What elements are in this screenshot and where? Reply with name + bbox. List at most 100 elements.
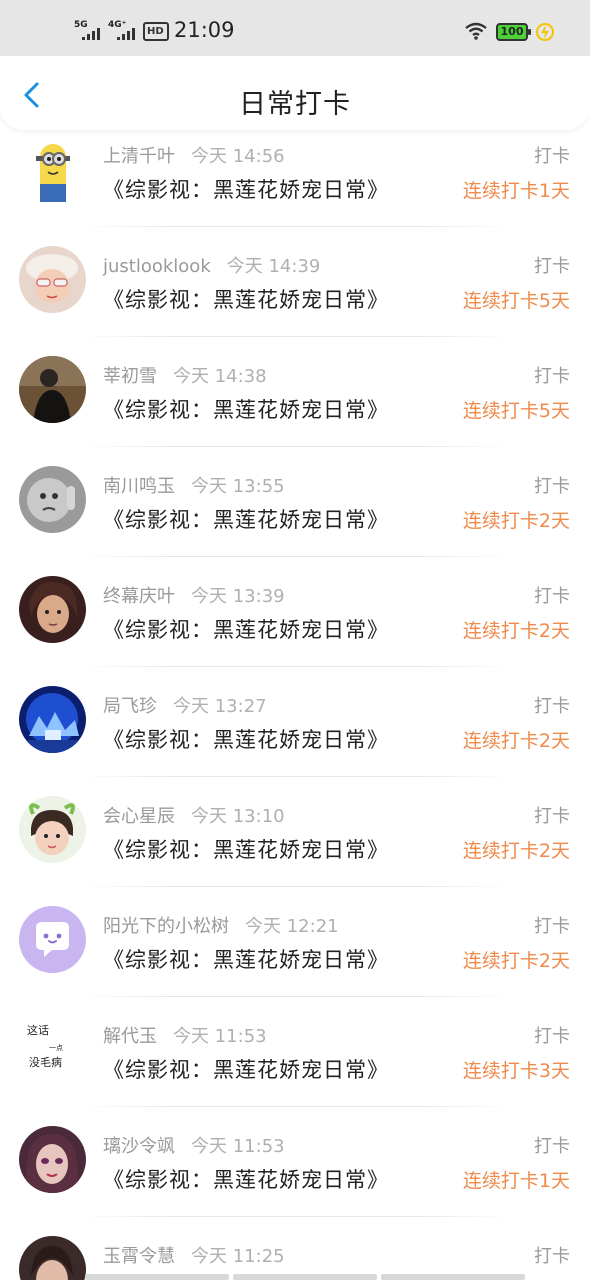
divider	[80, 1216, 510, 1217]
user-avatar[interactable]	[19, 466, 86, 533]
user-name: 阳光下的小松树	[103, 916, 229, 937]
streak-count: 连续打卡3天	[462, 1060, 570, 1082]
user-meta: 阳光下的小松树 今天 12:21	[103, 912, 339, 938]
divider	[80, 226, 510, 227]
checkin-tag: 打卡	[534, 146, 570, 167]
user-meta: 解代玉 今天 11:53	[103, 1022, 267, 1048]
checkin-tag: 打卡	[534, 476, 570, 497]
user-name: 解代玉	[103, 1026, 157, 1047]
user-meta: 莘初雪 今天 14:38	[103, 362, 267, 388]
battery-indicator: 100	[496, 23, 531, 41]
checkin-tag: 打卡	[534, 806, 570, 827]
header-bar: 日常打卡	[0, 56, 590, 130]
hd-voice-icon: HD	[143, 22, 169, 41]
checkin-time: 今天 11:25	[191, 1246, 285, 1267]
divider	[80, 446, 510, 447]
book-title[interactable]: 《综影视：黑莲花娇宠日常》	[103, 1054, 389, 1084]
checkin-time: 今天 11:53	[173, 1026, 267, 1047]
checkin-item[interactable]: 上清千叶 今天 14:56 打卡 《综影视：黑莲花娇宠日常》 连续打卡1天	[0, 128, 590, 238]
book-title[interactable]: 《综影视：黑莲花娇宠日常》	[103, 174, 389, 204]
user-avatar[interactable]	[19, 686, 86, 753]
streak-count: 连续打卡2天	[462, 840, 570, 862]
streak-count: 连续打卡1天	[462, 180, 570, 202]
divider	[80, 776, 510, 777]
user-avatar[interactable]	[19, 136, 86, 203]
user-avatar[interactable]	[19, 356, 86, 423]
book-title[interactable]: 《综影视：黑莲花娇宠日常》	[103, 834, 389, 864]
checkin-item[interactable]: 南川鸣玉 今天 13:55 打卡 《综影视：黑莲花娇宠日常》 连续打卡2天	[0, 458, 590, 568]
user-avatar[interactable]	[19, 796, 86, 863]
checkin-tag: 打卡	[534, 1246, 570, 1267]
chat-bubble-icon	[19, 906, 86, 973]
status-time: 21:09	[174, 18, 235, 42]
checkin-item[interactable]: 阳光下的小松树 今天 12:21 打卡 《综影视：黑莲花娇宠日常》 连续打卡2天	[0, 898, 590, 1008]
user-name: justlooklook	[103, 256, 211, 277]
streak-count: 连续打卡2天	[462, 620, 570, 642]
checkin-tag: 打卡	[534, 1026, 570, 1047]
checkin-item[interactable]: 莘初雪 今天 14:38 打卡 《综影视：黑莲花娇宠日常》 连续打卡5天	[0, 348, 590, 458]
checkin-item[interactable]: justlooklook 今天 14:39 打卡 《综影视：黑莲花娇宠日常》 连续…	[0, 238, 590, 348]
user-avatar[interactable]	[19, 246, 86, 313]
checkin-item[interactable]: 终幕庆叶 今天 13:39 打卡 《综影视：黑莲花娇宠日常》 连续打卡2天	[0, 568, 590, 678]
checkin-time: 今天 14:56	[191, 146, 285, 167]
checkin-time: 今天 13:39	[191, 586, 285, 607]
checkin-tag: 打卡	[534, 366, 570, 387]
book-title[interactable]: 《综影视：黑莲花娇宠日常》	[103, 284, 389, 314]
checkin-time: 今天 14:38	[173, 366, 267, 387]
book-title[interactable]: 《综影视：黑莲花娇宠日常》	[103, 944, 389, 974]
divider	[80, 1106, 510, 1107]
checkin-tag: 打卡	[534, 696, 570, 717]
divider	[80, 556, 510, 557]
checkin-tag: 打卡	[534, 916, 570, 937]
streak-count: 连续打卡5天	[462, 400, 570, 422]
book-title[interactable]: 《综影视：黑莲花娇宠日常》	[103, 1164, 389, 1194]
user-avatar[interactable]	[19, 1126, 86, 1193]
divider	[80, 886, 510, 887]
checkin-item[interactable]: 会心星辰 今天 13:10 打卡 《综影视：黑莲花娇宠日常》 连续打卡2天	[0, 788, 590, 898]
checkin-time: 今天 12:21	[245, 916, 339, 937]
signal-bars-icon	[82, 28, 100, 40]
user-avatar[interactable]	[19, 576, 86, 643]
user-name: 璃沙令飒	[103, 1136, 175, 1157]
bottom-toolbar-edge	[85, 1274, 525, 1280]
streak-count: 连续打卡1天	[462, 1170, 570, 1192]
lightning-icon	[536, 22, 554, 46]
status-bar: 5G 4G⁺ HD 21:09 100	[0, 0, 590, 58]
wifi-icon	[465, 22, 487, 44]
streak-count: 连续打卡2天	[462, 950, 570, 972]
streak-count: 连续打卡2天	[462, 510, 570, 532]
user-name: 上清千叶	[103, 146, 175, 167]
user-meta: 璃沙令飒 今天 11:53	[103, 1132, 285, 1158]
signal-bars-icon	[117, 28, 135, 40]
user-meta: 会心星辰 今天 13:10	[103, 802, 285, 828]
divider	[80, 996, 510, 997]
user-name: 局飞珍	[103, 696, 157, 717]
user-name: 会心星辰	[103, 806, 175, 827]
checkin-time: 今天 13:55	[191, 476, 285, 497]
checkin-item[interactable]: 璃沙令飒 今天 11:53 打卡 《综影视：黑莲花娇宠日常》 连续打卡1天	[0, 1118, 590, 1228]
checkin-item[interactable]: 这话 一点 没毛病 解代玉 今天 11:53 打卡 《综影视：黑莲花娇宠日常》 连…	[0, 1008, 590, 1118]
avatar-text: 没毛病	[29, 1055, 62, 1069]
user-avatar[interactable]	[19, 906, 86, 973]
user-meta: 玉霄令慧 今天 11:25	[103, 1242, 285, 1268]
checkin-item[interactable]: 玉霄令慧 今天 11:25 打卡	[0, 1228, 590, 1280]
checkin-list: 上清千叶 今天 14:56 打卡 《综影视：黑莲花娇宠日常》 连续打卡1天 jus…	[0, 128, 590, 1280]
user-avatar[interactable]	[19, 1236, 86, 1280]
checkin-time: 今天 13:27	[173, 696, 267, 717]
streak-count: 连续打卡2天	[462, 730, 570, 752]
checkin-time: 今天 14:39	[226, 256, 321, 277]
checkin-time: 今天 13:10	[191, 806, 285, 827]
book-title[interactable]: 《综影视：黑莲花娇宠日常》	[103, 724, 389, 754]
avatar-text: 这话	[27, 1023, 49, 1037]
user-name: 终幕庆叶	[103, 586, 175, 607]
book-title[interactable]: 《综影视：黑莲花娇宠日常》	[103, 504, 389, 534]
user-name: 南川鸣玉	[103, 476, 175, 497]
avatar-text: 一点	[49, 1044, 63, 1052]
user-avatar[interactable]: 这话 一点 没毛病	[19, 1016, 86, 1083]
divider	[80, 336, 510, 337]
divider	[80, 666, 510, 667]
user-meta: 上清千叶 今天 14:56	[103, 142, 285, 168]
book-title[interactable]: 《综影视：黑莲花娇宠日常》	[103, 614, 389, 644]
checkin-item[interactable]: 局飞珍 今天 13:27 打卡 《综影视：黑莲花娇宠日常》 连续打卡2天	[0, 678, 590, 788]
book-title[interactable]: 《综影视：黑莲花娇宠日常》	[103, 394, 389, 424]
